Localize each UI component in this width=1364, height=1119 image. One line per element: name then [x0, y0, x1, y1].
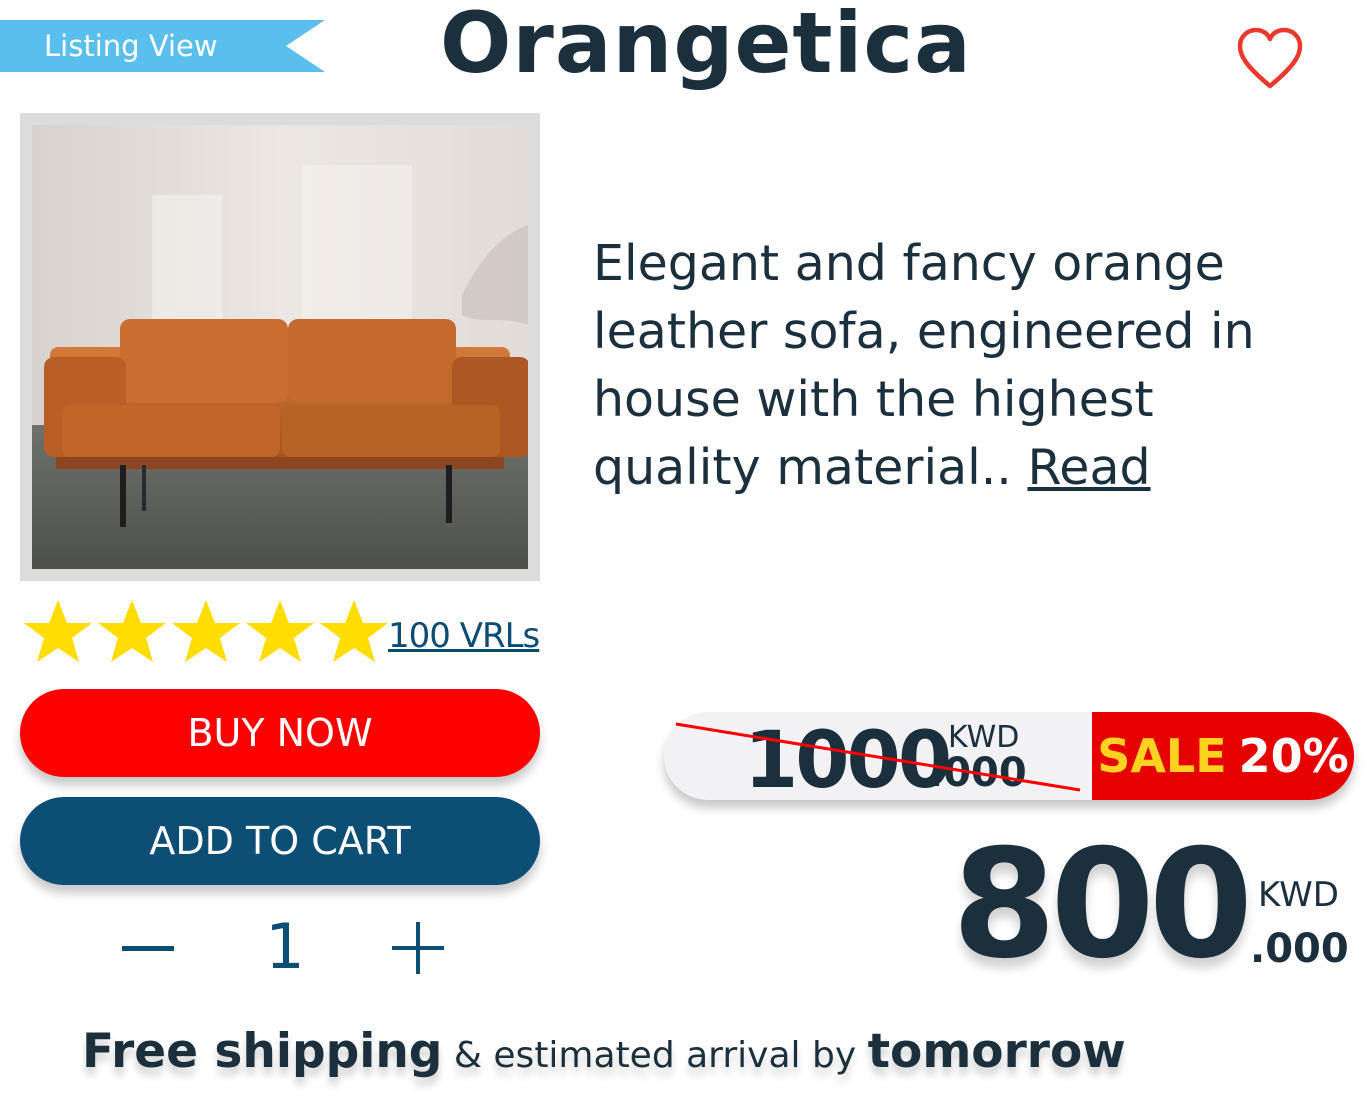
product-description: Elegant and fancy orange leather sofa, e… [593, 230, 1313, 502]
star-icon [320, 600, 388, 662]
description-text: Elegant and fancy orange leather sofa, e… [593, 235, 1255, 496]
shipping-when: tomorrow [867, 1024, 1126, 1079]
quantity-value: 1 [265, 910, 305, 983]
brand-title: Orangetica [440, 0, 972, 92]
product-image-frame[interactable] [20, 113, 540, 581]
star-icon [98, 600, 166, 662]
shipping-lead: Free shipping [82, 1024, 443, 1079]
star-icon [246, 600, 314, 662]
star-icon [24, 600, 92, 662]
add-to-cart-button[interactable]: ADD TO CART [20, 797, 540, 885]
new-price-decimal: .000 [1250, 926, 1349, 972]
plus-icon[interactable] [392, 922, 444, 974]
heart-icon[interactable] [1236, 26, 1304, 94]
product-image [32, 125, 528, 569]
ribbon-label: Listing View [44, 29, 218, 63]
old-price-decimal: .000 [928, 750, 1027, 796]
new-price-currency: KWD [1258, 875, 1339, 915]
star-icon [172, 600, 240, 662]
sale-label: SALE [1097, 729, 1227, 783]
sale-percent: 20% [1238, 729, 1349, 783]
buy-now-button[interactable]: BUY NOW [20, 689, 540, 777]
original-price-pill: 1000 KWD .000 SALE 20% [664, 712, 1354, 800]
new-price-integer: 800 [952, 818, 1253, 992]
listing-view-ribbon: Listing View [0, 20, 325, 72]
shipping-middle: & estimated arrival by [442, 1035, 868, 1076]
reviews-link[interactable]: 100 VRLs [388, 616, 540, 656]
rating-stars [22, 598, 390, 664]
shipping-info: Free shipping & estimated arrival by tom… [82, 1024, 1282, 1079]
read-more-link[interactable]: Read [1027, 439, 1150, 496]
old-price-integer: 1000 [744, 716, 952, 800]
sale-badge: SALE 20% [1092, 712, 1354, 800]
minus-icon[interactable] [122, 924, 174, 972]
